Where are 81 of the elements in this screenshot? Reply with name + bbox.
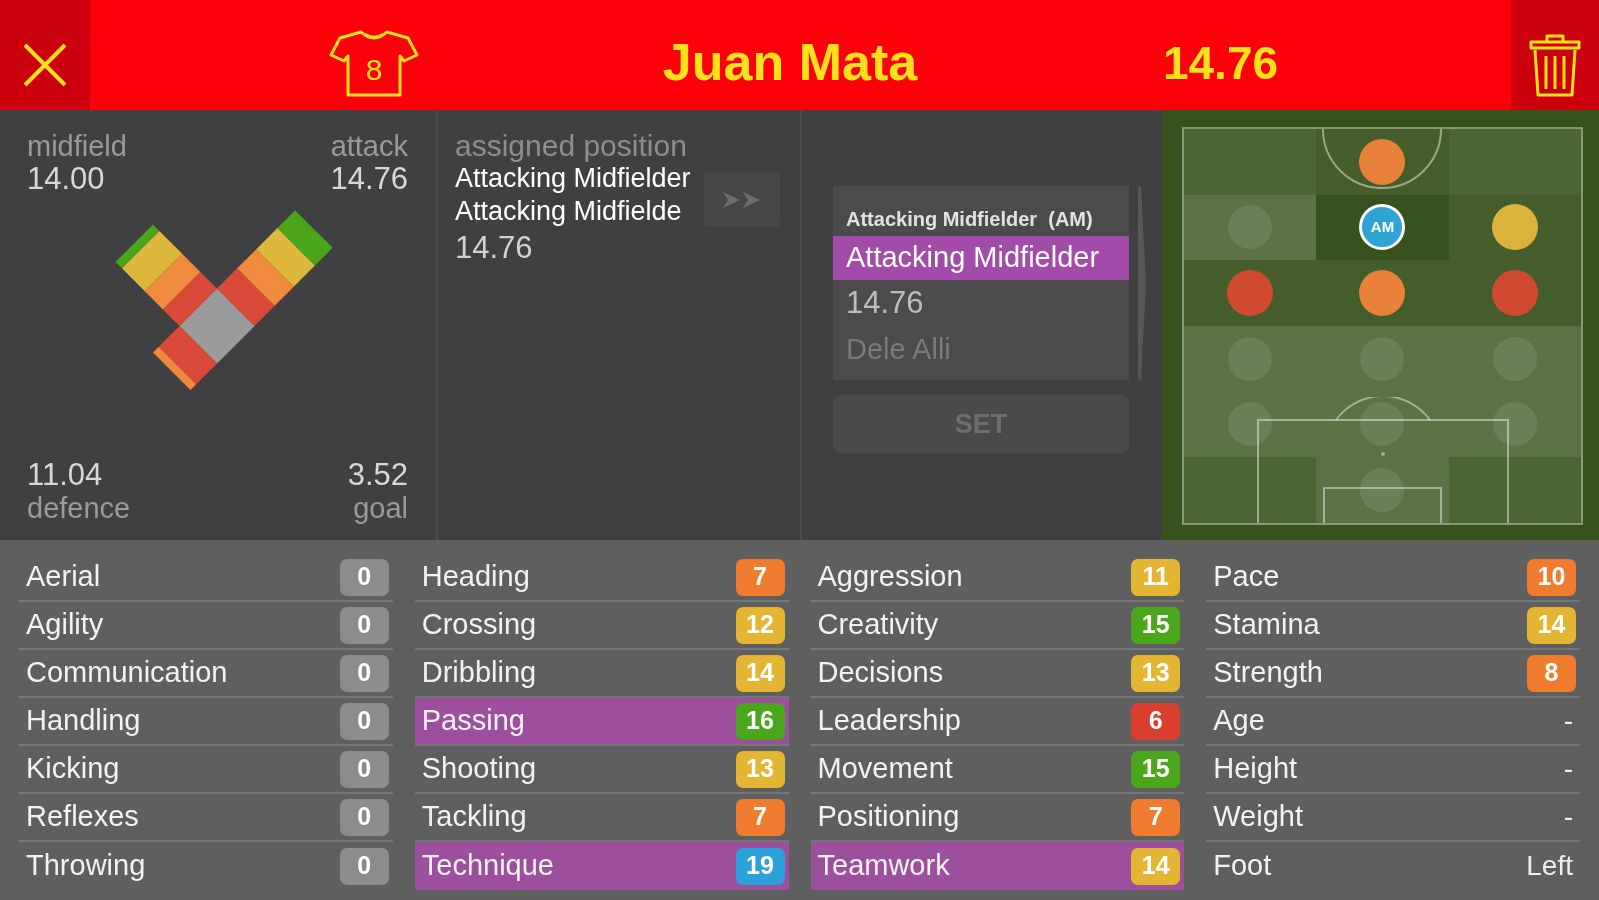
- rating-badge: 15: [1131, 750, 1181, 788]
- close-button[interactable]: [0, 0, 90, 110]
- attribute-name: Agility: [26, 607, 104, 643]
- attribute-name: Weight: [1213, 799, 1303, 835]
- attribute-name: Aerial: [26, 559, 101, 595]
- rating-badge: 13: [1131, 654, 1181, 692]
- rating-badge: 0: [339, 606, 389, 644]
- attribute-name: Stamina: [1213, 607, 1320, 643]
- rating-badge: 6: [1131, 702, 1181, 740]
- section-label: assigned position: [455, 130, 687, 162]
- forward-button[interactable]: [704, 172, 780, 227]
- rating-badge: 19: [735, 847, 785, 885]
- attribute-name: Pace: [1213, 559, 1280, 595]
- attribute-name: Handling: [26, 703, 141, 739]
- trash-icon: [1528, 34, 1582, 97]
- rating-badge: 8: [1527, 654, 1576, 692]
- attribute-name: Kicking: [26, 751, 120, 787]
- player-name: Juan Mata: [662, 32, 918, 92]
- attribute-name: Communication: [26, 655, 228, 691]
- attribute-name: Crossing: [421, 607, 537, 643]
- rating-badge: 0: [339, 847, 389, 885]
- attribute-name: Movement: [817, 751, 953, 787]
- position-name: Attacking Midfielder: [455, 162, 691, 195]
- rating-badge: 7: [735, 798, 785, 836]
- attribute-name: Foot: [1213, 848, 1272, 884]
- rating-badge: 16: [735, 702, 785, 740]
- picker-row[interactable]: Attacking Midfielder: [833, 236, 1129, 280]
- zone-label: attack: [330, 130, 408, 162]
- attribute-name: Aggression: [817, 559, 963, 595]
- double-arrow-icon: [723, 191, 761, 208]
- player-rating: 14.76: [1162, 36, 1279, 90]
- attribute-value: Left: [1526, 849, 1574, 883]
- attribute-name: Creativity: [817, 607, 939, 643]
- rating-badge: 7: [1131, 798, 1181, 836]
- position-rating: 14.76: [455, 229, 533, 267]
- rating-badge: 0: [339, 702, 389, 740]
- rating-badge: 14: [1131, 847, 1181, 885]
- rating-badge: 10: [1527, 558, 1576, 596]
- attribute-name: Shooting: [421, 751, 537, 787]
- attribute-name: Age: [1213, 703, 1265, 739]
- rating-badge: 14: [735, 654, 785, 692]
- position-name: Attacking Midfielde: [455, 195, 682, 228]
- attribute-name: Heading: [421, 559, 530, 595]
- zone-rating: 3.52: [347, 458, 408, 492]
- rating-badge: 0: [339, 798, 389, 836]
- rating-badge: 7: [735, 558, 785, 596]
- attribute-name: Reflexes: [26, 799, 139, 835]
- delete-button[interactable]: [1511, 0, 1599, 110]
- zone-rating: 14.76: [330, 162, 408, 196]
- rating-badge: 14: [1527, 606, 1576, 644]
- picker-heading: Attacking Midfielder (AM): [845, 207, 1094, 232]
- attribute-name: Dribbling: [421, 655, 537, 691]
- attribute-name: Leadership: [817, 703, 961, 739]
- attribute-value: -: [1563, 800, 1574, 834]
- rating-badge: 0: [339, 750, 389, 788]
- attribute-name: Strength: [1213, 655, 1323, 691]
- zone-label: goal: [353, 492, 408, 524]
- shirt-icon: [328, 29, 420, 97]
- attribute-name: Throwing: [26, 848, 146, 884]
- attribute-name: Tackling: [421, 799, 527, 835]
- rating-badge: 0: [339, 558, 389, 596]
- attribute-value: -: [1563, 752, 1574, 786]
- zone-label: defence: [27, 492, 131, 524]
- zone-rating: 11.04: [27, 458, 103, 492]
- close-icon: [22, 42, 68, 88]
- rating-badge: 13: [735, 750, 785, 788]
- rating-badge: 11: [1131, 558, 1181, 596]
- picker-row[interactable]: 14.76: [833, 280, 1129, 326]
- attribute-name: Technique: [421, 848, 554, 884]
- attribute-value: -: [1563, 704, 1574, 738]
- rating-badge: 0: [339, 654, 389, 692]
- zone-rating: 14.00: [27, 162, 105, 196]
- attribute-name: Teamwork: [817, 848, 950, 884]
- rating-badge: 12: [735, 606, 785, 644]
- attribute-name: Decisions: [817, 655, 944, 691]
- attribute-name: Passing: [421, 703, 525, 739]
- shirt-number: 8: [365, 53, 383, 87]
- attribute-name: Positioning: [817, 799, 960, 835]
- zone-label: midfield: [27, 130, 127, 162]
- attribute-name: Height: [1213, 751, 1298, 787]
- rating-badge: 15: [1131, 606, 1181, 644]
